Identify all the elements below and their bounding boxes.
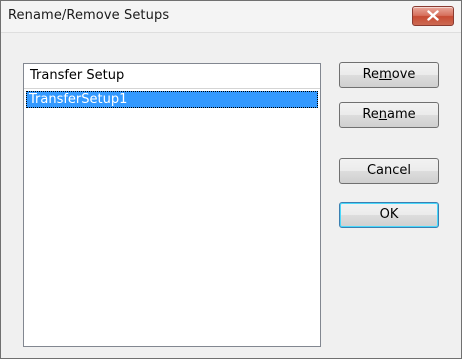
list-column-header[interactable]: Transfer Setup (24, 64, 320, 89)
ok-button[interactable]: OK (339, 202, 439, 228)
cancel-label: Cancel (366, 163, 412, 178)
transfer-setup-list[interactable]: Transfer Setup TransferSetup1 (23, 63, 321, 347)
ok-label: OK (379, 207, 399, 222)
close-button[interactable] (412, 6, 454, 26)
rename-button[interactable]: Rename (339, 102, 439, 128)
remove-accelerator: m (379, 67, 392, 82)
title-bar: Rename/Remove Setups (1, 1, 461, 33)
remove-button[interactable]: Remove (339, 62, 439, 88)
list-item-transfersetup1[interactable]: TransferSetup1 (26, 91, 318, 108)
close-icon (427, 10, 439, 21)
rename-label-pre: Re (362, 107, 379, 122)
dialog-title: Rename/Remove Setups (8, 8, 170, 23)
remove-label-post: ove (391, 67, 416, 82)
list-item-label: TransferSetup1 (29, 92, 128, 107)
rename-label-post: ame (387, 107, 416, 122)
rename-accelerator: n (378, 107, 388, 122)
remove-label-pre: Re (362, 67, 380, 82)
rename-remove-setups-dialog: Rename/Remove Setups Transfer Setup Tran… (0, 0, 462, 359)
column-header-label: Transfer Setup (30, 68, 125, 83)
cancel-button[interactable]: Cancel (339, 158, 439, 184)
